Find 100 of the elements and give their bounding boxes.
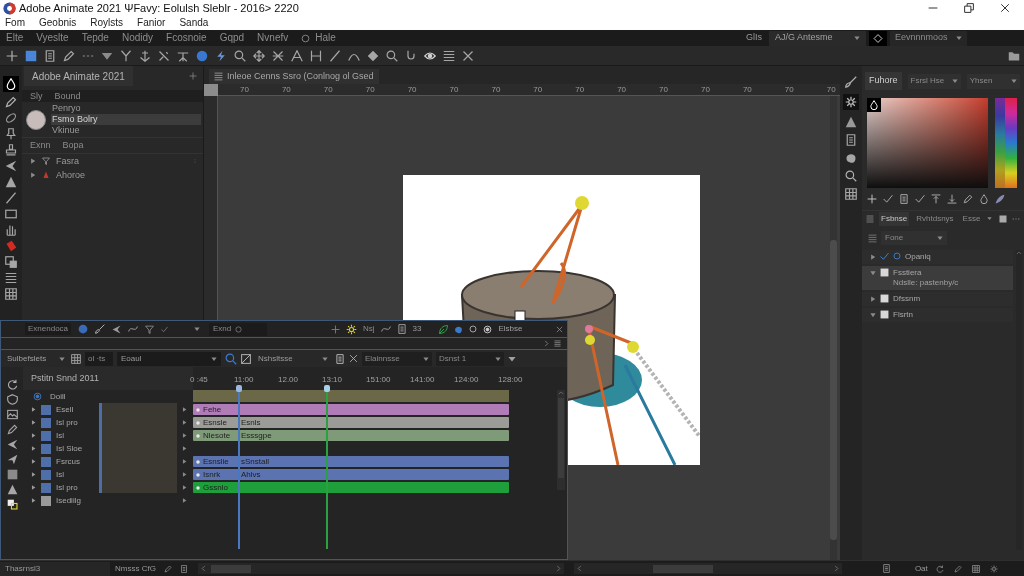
- color-strip[interactable]: [995, 98, 1005, 188]
- caret-icon[interactable]: [951, 78, 958, 84]
- document-icon[interactable]: [335, 353, 345, 364]
- expand-arrow-icon[interactable]: [31, 433, 36, 438]
- grid-icon[interactable]: [845, 188, 857, 200]
- checkbox-icon[interactable]: [880, 294, 889, 303]
- menu-item[interactable]: Elte: [6, 33, 24, 43]
- dot-icon[interactable]: [196, 49, 208, 62]
- close-icon[interactable]: [1000, 3, 1010, 13]
- menu-item[interactable]: Roylsts: [90, 18, 124, 28]
- scrollbar-thumb[interactable]: [830, 240, 837, 540]
- plane-icon[interactable]: [6, 454, 18, 465]
- folder-icon[interactable]: [1008, 49, 1020, 62]
- blob-icon[interactable]: [845, 152, 857, 164]
- caret-icon[interactable]: [956, 35, 962, 41]
- cross-icon[interactable]: [272, 49, 284, 62]
- marker-line[interactable]: [323, 385, 330, 549]
- color-field[interactable]: [867, 98, 988, 188]
- color-swatches-icon[interactable]: [6, 499, 18, 510]
- expand-arrow-icon[interactable]: [182, 459, 187, 464]
- clip-bar[interactable]: Gssnlo: [193, 482, 509, 493]
- collapse-arrow-icon[interactable]: [870, 312, 876, 318]
- document-icon[interactable]: [44, 49, 56, 62]
- caret-icon[interactable]: [59, 355, 65, 362]
- scrollbar-thumb[interactable]: [652, 564, 713, 573]
- expand-arrow-icon[interactable]: [870, 296, 876, 302]
- eye-icon[interactable]: [424, 49, 436, 62]
- clip-bar[interactable]: Esnsle Esnls: [193, 417, 509, 428]
- checkbox-icon[interactable]: [880, 268, 889, 277]
- grid-icon[interactable]: [971, 564, 980, 573]
- expand-arrow-icon[interactable]: [31, 485, 36, 490]
- layer-name[interactable]: Isl Sloe: [56, 442, 83, 455]
- expand-arrow-icon[interactable]: [31, 407, 36, 412]
- tree-item[interactable]: Ahoroe: [56, 170, 86, 180]
- list-item[interactable]: Vkinue: [51, 125, 201, 136]
- menu-item[interactable]: Nvnefv: [257, 33, 289, 43]
- expand-arrow-icon[interactable]: [182, 433, 187, 438]
- sun-icon[interactable]: [346, 323, 357, 335]
- expand-arrow-icon[interactable]: [182, 407, 187, 412]
- layer-dropdown[interactable]: Eoaul: [117, 351, 221, 366]
- pen-icon[interactable]: [6, 424, 18, 435]
- scrollbar-track[interactable]: [557, 390, 565, 490]
- document-icon[interactable]: [396, 324, 407, 334]
- pen-icon[interactable]: [963, 194, 973, 204]
- expand-arrow-icon[interactable]: [182, 485, 187, 490]
- dot-icon[interactable]: [78, 324, 89, 334]
- menu-item[interactable]: Geobnis: [39, 18, 77, 28]
- clip-bar[interactable]: Nlesote Esssgpe: [193, 430, 509, 441]
- drop-icon[interactable]: [867, 98, 881, 112]
- dropdown[interactable]: Fsrsl Hse: [907, 73, 961, 89]
- expand-arrow-icon[interactable]: [31, 446, 36, 451]
- move-icon[interactable]: [253, 49, 265, 62]
- caret-icon[interactable]: [322, 355, 328, 362]
- expand-arrow-icon[interactable]: [870, 254, 876, 260]
- align-top-icon[interactable]: [931, 194, 941, 204]
- scene-field[interactable]: Exnd: [209, 322, 267, 336]
- expand-arrow-icon[interactable]: [182, 420, 187, 425]
- menu-item[interactable]: Gqpd: [219, 33, 245, 43]
- check-icon[interactable]: [915, 194, 925, 204]
- layer-name[interactable]: Esell: [56, 403, 74, 416]
- panel-tab[interactable]: Fuhore: [865, 72, 902, 90]
- fork-icon[interactable]: [120, 49, 132, 62]
- comb-icon[interactable]: [5, 224, 17, 236]
- expand-arrow-icon[interactable]: [31, 472, 36, 477]
- clip-bar[interactable]: Esnslie sSnstall: [193, 456, 509, 467]
- plus-icon[interactable]: [6, 49, 18, 62]
- grid-icon[interactable]: [71, 353, 81, 364]
- panel-tab[interactable]: Fsbnse: [879, 211, 910, 226]
- expand-arrow-icon[interactable]: [31, 498, 36, 503]
- curve-icon[interactable]: [128, 324, 139, 334]
- scrollbar-thumb[interactable]: [210, 564, 251, 573]
- clip-bar[interactable]: Fehe: [193, 404, 509, 415]
- view-dropdown[interactable]: Elainnsse: [362, 351, 432, 366]
- square-icon[interactable]: [999, 214, 1007, 223]
- check-icon[interactable]: [883, 194, 893, 204]
- caret-icon[interactable]: [423, 355, 429, 362]
- expand-arrow-icon[interactable]: [31, 459, 36, 464]
- plus-icon[interactable]: [189, 72, 197, 80]
- pen-icon[interactable]: [5, 96, 17, 108]
- brush-icon[interactable]: [95, 324, 106, 334]
- brush-icon[interactable]: [845, 76, 857, 88]
- layer-name[interactable]: Isediilg: [56, 494, 81, 507]
- wedge-icon[interactable]: [5, 160, 17, 172]
- pen-icon[interactable]: [953, 564, 962, 573]
- diagonal-lines-icon[interactable]: [158, 49, 170, 62]
- scene-dropdown[interactable]: Dsnst 1: [436, 351, 504, 366]
- layer-name[interactable]: Isl pro: [56, 416, 78, 429]
- circle-icon[interactable]: [893, 252, 901, 260]
- circle-icon[interactable]: [301, 33, 311, 43]
- curve-icon[interactable]: [380, 324, 391, 334]
- menu-item[interactable]: Fanior: [137, 18, 166, 28]
- plus-icon[interactable]: [867, 194, 877, 204]
- list-item[interactable]: Fsmo Bolry: [51, 114, 201, 125]
- leaf-icon[interactable]: [439, 324, 449, 334]
- rectangle-icon[interactable]: [5, 208, 17, 220]
- search-icon[interactable]: [386, 49, 398, 62]
- collapse-arrow-icon[interactable]: [870, 270, 876, 276]
- layers-icon[interactable]: [5, 256, 17, 268]
- caret-icon[interactable]: [987, 216, 993, 221]
- u-shape-icon[interactable]: [405, 49, 417, 62]
